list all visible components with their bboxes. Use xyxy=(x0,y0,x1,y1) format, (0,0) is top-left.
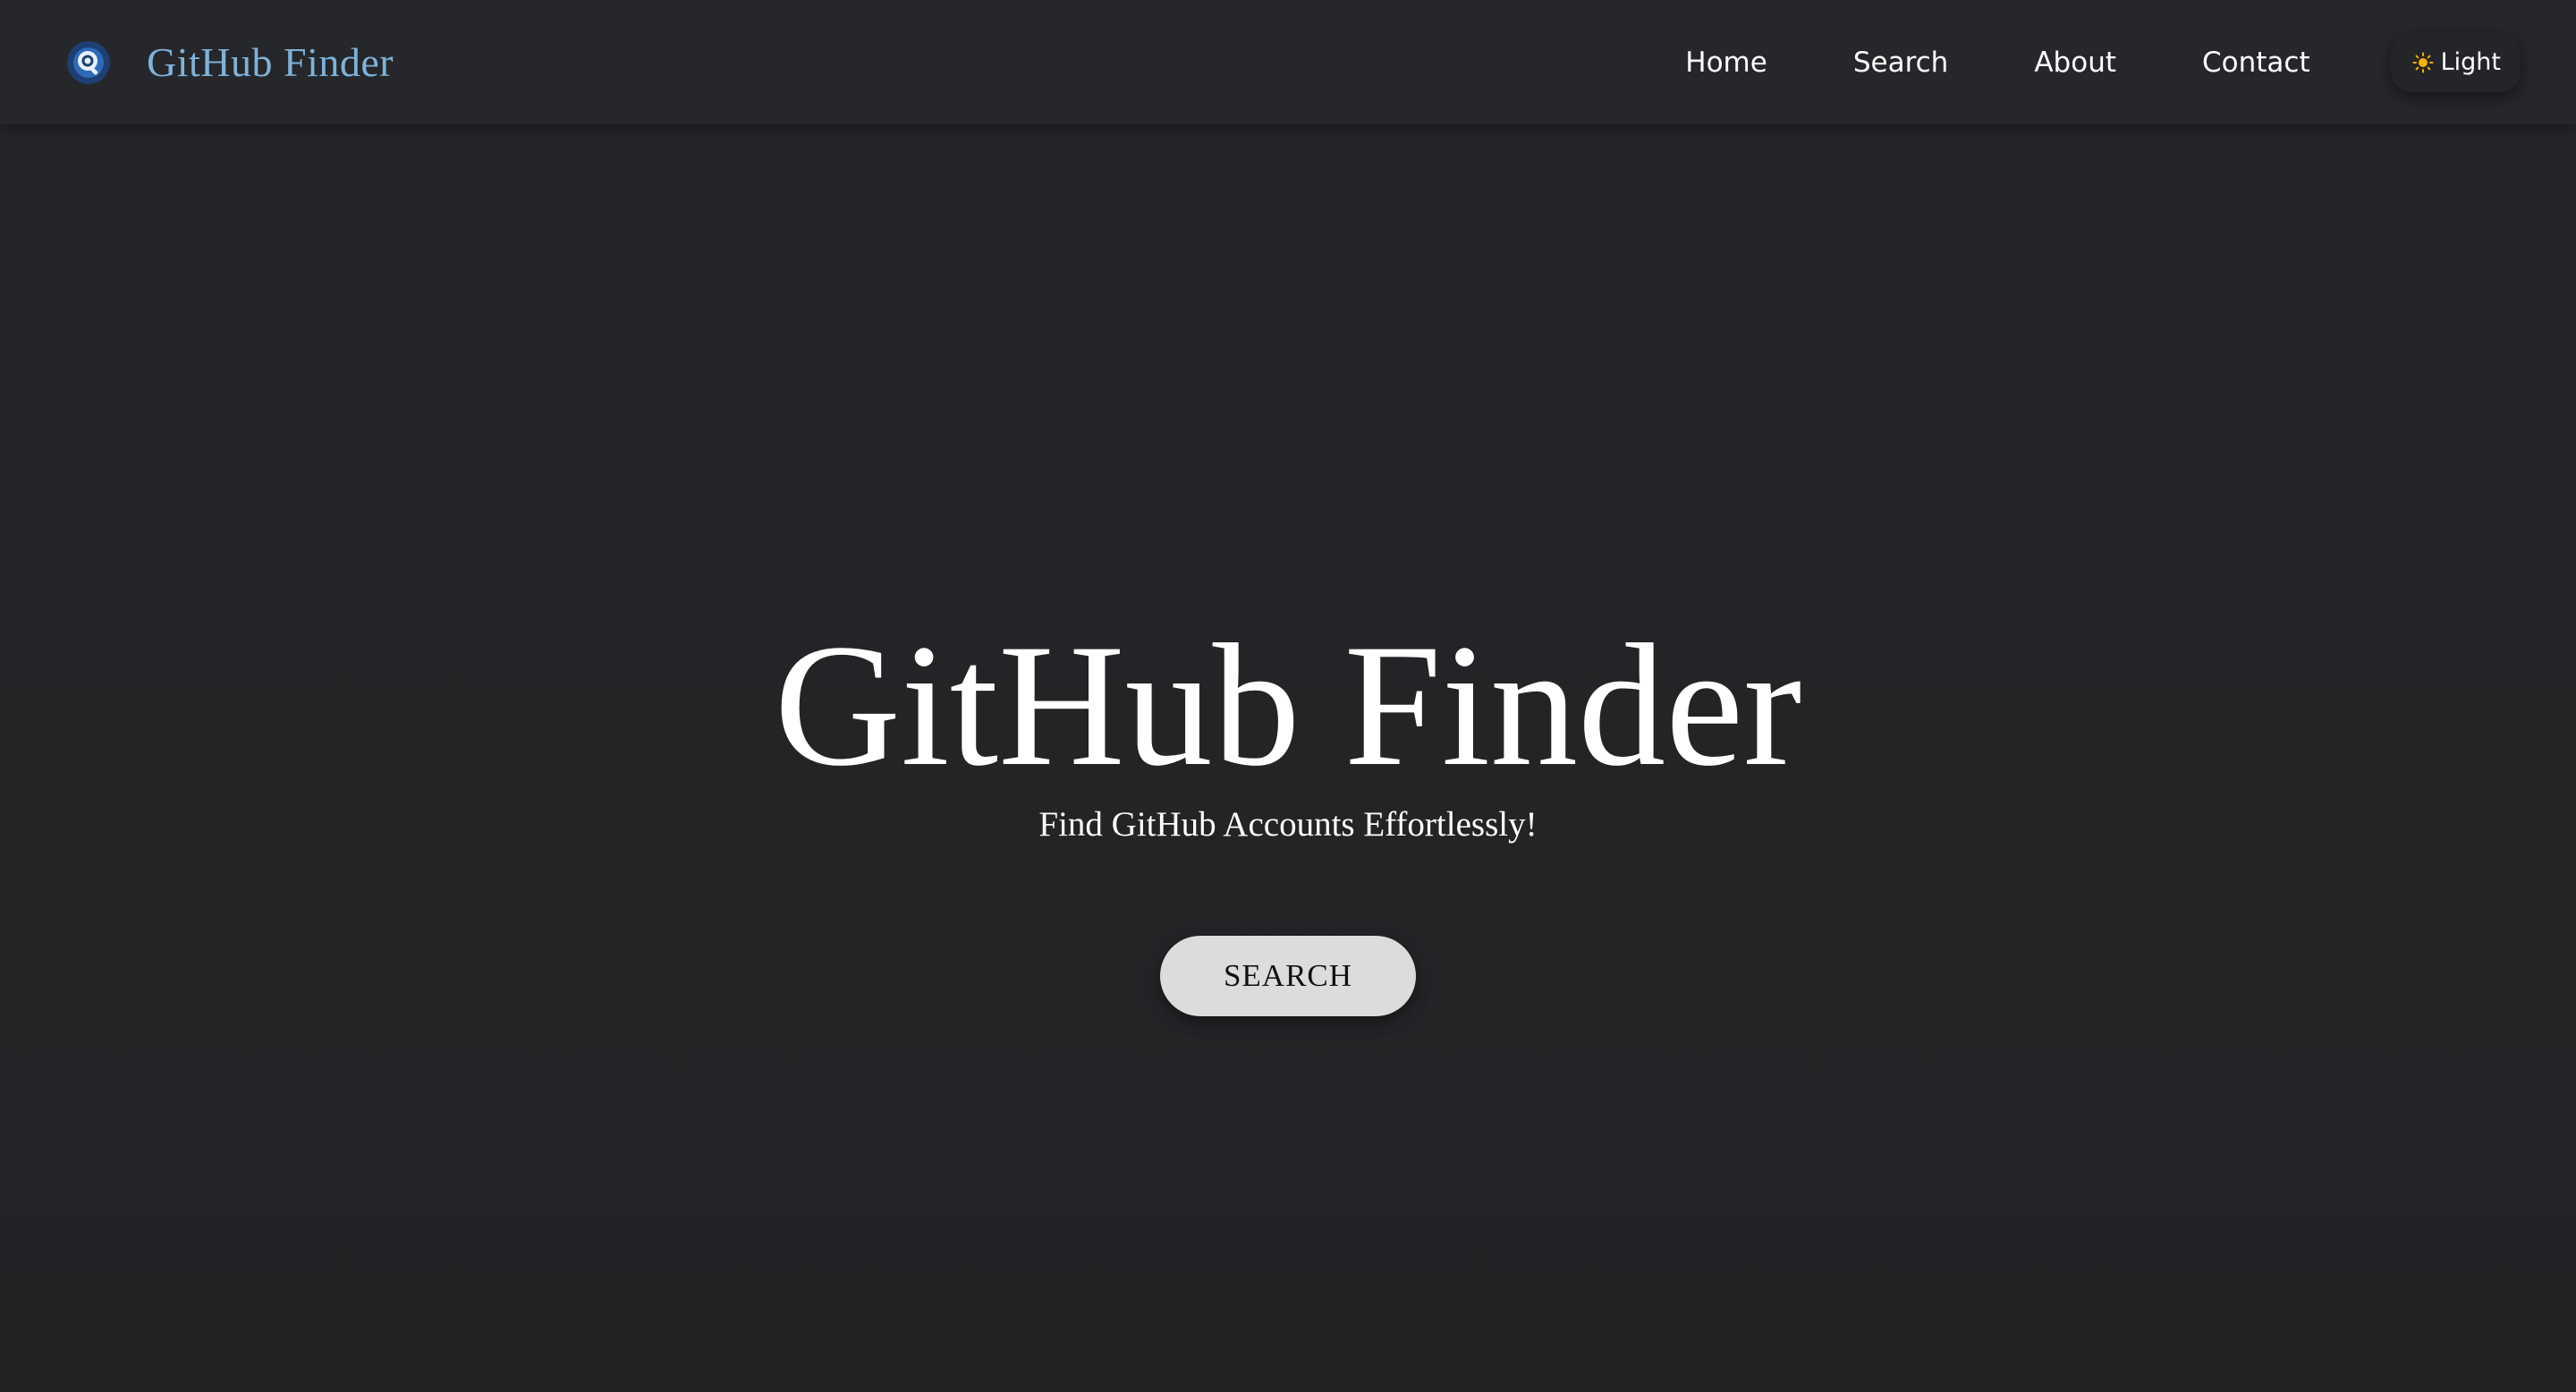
theme-toggle-label: Light xyxy=(2440,48,2501,76)
navbar: GitHub Finder Home Search About Contact xyxy=(0,0,2576,124)
sun-icon xyxy=(2412,52,2434,72)
nav-links: Home Search About Contact xyxy=(1685,47,2309,79)
nav-link-home[interactable]: Home xyxy=(1685,47,1767,79)
hero-section: GitHub Finder Find GitHub Accounts Effor… xyxy=(0,124,2576,1392)
hero-subtitle: Find GitHub Accounts Effortlessly! xyxy=(1038,805,1538,844)
theme-toggle-button[interactable]: Light xyxy=(2390,32,2521,92)
brand-name: GitHub Finder xyxy=(147,39,394,85)
brand-link[interactable]: GitHub Finder xyxy=(66,38,394,86)
search-button[interactable]: SEARCH xyxy=(1160,936,1416,1016)
nav-link-contact[interactable]: Contact xyxy=(2202,47,2310,79)
hero-title: GitHub Finder xyxy=(774,608,1802,802)
page: GitHub Finder Home Search About Contact xyxy=(0,0,2576,1392)
nav-link-about[interactable]: About xyxy=(2034,47,2116,79)
magnifier-logo-icon xyxy=(67,40,110,84)
nav-link-search[interactable]: Search xyxy=(1853,47,1949,79)
